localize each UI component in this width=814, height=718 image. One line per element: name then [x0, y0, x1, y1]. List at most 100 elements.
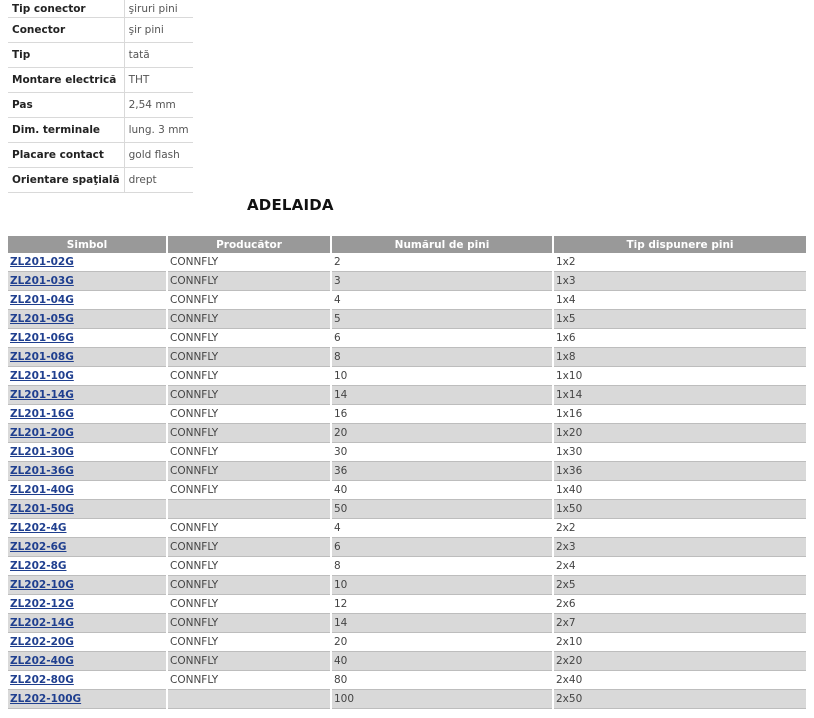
- table-row: ZL201-20G CONNFLY 20 1x20: [8, 423, 806, 443]
- symbol-link[interactable]: ZL201-14G: [10, 389, 74, 401]
- symbol-link[interactable]: ZL201-40G: [10, 484, 74, 496]
- layout-cell: 1x30: [553, 442, 806, 462]
- symbol-link[interactable]: ZL201-50G: [10, 503, 74, 515]
- table-row: ZL202-20G CONNFLY 20 2x10: [8, 632, 806, 652]
- symbol-cell: ZL202-12G: [8, 594, 168, 614]
- layout-cell: 1x20: [553, 423, 806, 443]
- symbol-link[interactable]: ZL201-36G: [10, 465, 74, 477]
- spec-row: Pas 2,54 mm: [8, 92, 193, 118]
- symbol-link[interactable]: ZL202-40G: [10, 655, 74, 667]
- symbol-link[interactable]: ZL202-100G: [10, 693, 81, 705]
- producer-cell: CONNFLY: [167, 594, 332, 614]
- symbol-link[interactable]: ZL201-05G: [10, 313, 74, 325]
- symbol-link[interactable]: ZL202-80G: [10, 674, 74, 686]
- pins-cell: 16: [331, 404, 554, 424]
- table-row: ZL202-40G CONNFLY 40 2x20: [8, 651, 806, 671]
- section-title: ADELAIDA: [247, 196, 334, 214]
- layout-cell: 1x8: [553, 347, 806, 367]
- layout-cell: 2x10: [553, 632, 806, 652]
- symbol-link[interactable]: ZL201-03G: [10, 275, 74, 287]
- symbol-link[interactable]: ZL201-10G: [10, 370, 74, 382]
- producer-cell: CONNFLY: [167, 290, 332, 310]
- spec-value: THT: [124, 67, 193, 93]
- symbol-link[interactable]: ZL201-04G: [10, 294, 74, 306]
- table-row: ZL201-05G CONNFLY 5 1x5: [8, 309, 806, 329]
- symbol-cell: ZL201-03G: [8, 271, 168, 291]
- spec-row: Tip tată: [8, 42, 193, 68]
- symbol-cell: ZL202-14G: [8, 613, 168, 633]
- pins-cell: 6: [331, 328, 554, 348]
- symbol-cell: ZL201-05G: [8, 309, 168, 329]
- products-table-header: Simbol Producător Numărul de pini Tip di…: [8, 236, 806, 253]
- spec-row: Orientare spaţială drept: [8, 167, 193, 193]
- symbol-link[interactable]: ZL202-10G: [10, 579, 74, 591]
- header-producator[interactable]: Producător: [167, 236, 332, 253]
- producer-cell: CONNFLY: [167, 328, 332, 348]
- producer-cell: CONNFLY: [167, 670, 332, 690]
- symbol-cell: ZL201-06G: [8, 328, 168, 348]
- spec-value: 2,54 mm: [124, 92, 193, 118]
- spec-row: Placare contact gold flash: [8, 142, 193, 168]
- specs-table: Tip conector şiruri pini Conector şir pini T…: [8, 0, 193, 193]
- symbol-link[interactable]: ZL201-02G: [10, 256, 74, 268]
- pins-cell: 14: [331, 385, 554, 405]
- header-simbol[interactable]: Simbol: [8, 236, 168, 253]
- producer-cell: CONNFLY: [167, 271, 332, 291]
- pins-cell: 80: [331, 670, 554, 690]
- pins-cell: 8: [331, 347, 554, 367]
- pins-cell: 3: [331, 271, 554, 291]
- symbol-cell: ZL201-04G: [8, 290, 168, 310]
- symbol-cell: ZL202-80G: [8, 670, 168, 690]
- pins-cell: 4: [331, 290, 554, 310]
- spec-value: tată: [124, 42, 193, 68]
- symbol-link[interactable]: ZL201-20G: [10, 427, 74, 439]
- pins-cell: 40: [331, 480, 554, 500]
- spec-value: gold flash: [124, 142, 193, 168]
- table-row: ZL201-06G CONNFLY 6 1x6: [8, 328, 806, 348]
- symbol-link[interactable]: ZL202-14G: [10, 617, 74, 629]
- spec-value: lung. 3 mm: [124, 117, 193, 143]
- symbol-link[interactable]: ZL202-12G: [10, 598, 74, 610]
- symbol-cell: ZL202-10G: [8, 575, 168, 595]
- symbol-cell: ZL201-50G: [8, 499, 168, 519]
- symbol-link[interactable]: ZL202-6G: [10, 541, 67, 553]
- symbol-link[interactable]: ZL202-20G: [10, 636, 74, 648]
- table-row: ZL201-10G CONNFLY 10 1x10: [8, 366, 806, 386]
- layout-cell: 2x3: [553, 537, 806, 557]
- spec-label: Orientare spaţială: [8, 167, 125, 193]
- header-tip-dispunere-pini[interactable]: Tip dispunere pini: [553, 236, 806, 253]
- table-row: ZL201-14G CONNFLY 14 1x14: [8, 385, 806, 405]
- producer-cell: CONNFLY: [167, 480, 332, 500]
- producer-cell: [167, 689, 332, 709]
- symbol-link[interactable]: ZL202-8G: [10, 560, 67, 572]
- symbol-link[interactable]: ZL201-08G: [10, 351, 74, 363]
- producer-cell: CONNFLY: [167, 537, 332, 557]
- layout-cell: 2x40: [553, 670, 806, 690]
- spec-label: Tip conector: [8, 0, 125, 18]
- pins-cell: 12: [331, 594, 554, 614]
- symbol-link[interactable]: ZL201-06G: [10, 332, 74, 344]
- symbol-link[interactable]: ZL201-30G: [10, 446, 74, 458]
- spec-label: Pas: [8, 92, 125, 118]
- producer-cell: CONNFLY: [167, 632, 332, 652]
- layout-cell: 1x14: [553, 385, 806, 405]
- symbol-cell: ZL202-4G: [8, 518, 168, 538]
- layout-cell: 1x10: [553, 366, 806, 386]
- layout-cell: 2x4: [553, 556, 806, 576]
- symbol-link[interactable]: ZL202-4G: [10, 522, 67, 534]
- header-numarul-de-pini[interactable]: Numărul de pini: [331, 236, 554, 253]
- symbol-cell: ZL201-08G: [8, 347, 168, 367]
- pins-cell: 5: [331, 309, 554, 329]
- producer-cell: CONNFLY: [167, 575, 332, 595]
- producer-cell: CONNFLY: [167, 461, 332, 481]
- pins-cell: 2: [331, 253, 554, 272]
- symbol-link[interactable]: ZL201-16G: [10, 408, 74, 420]
- layout-cell: 1x3: [553, 271, 806, 291]
- producer-cell: CONNFLY: [167, 613, 332, 633]
- symbol-cell: ZL201-02G: [8, 253, 168, 272]
- symbol-cell: ZL201-40G: [8, 480, 168, 500]
- layout-cell: 1x5: [553, 309, 806, 329]
- producer-cell: CONNFLY: [167, 347, 332, 367]
- spec-value: drept: [124, 167, 193, 193]
- producer-cell: CONNFLY: [167, 442, 332, 462]
